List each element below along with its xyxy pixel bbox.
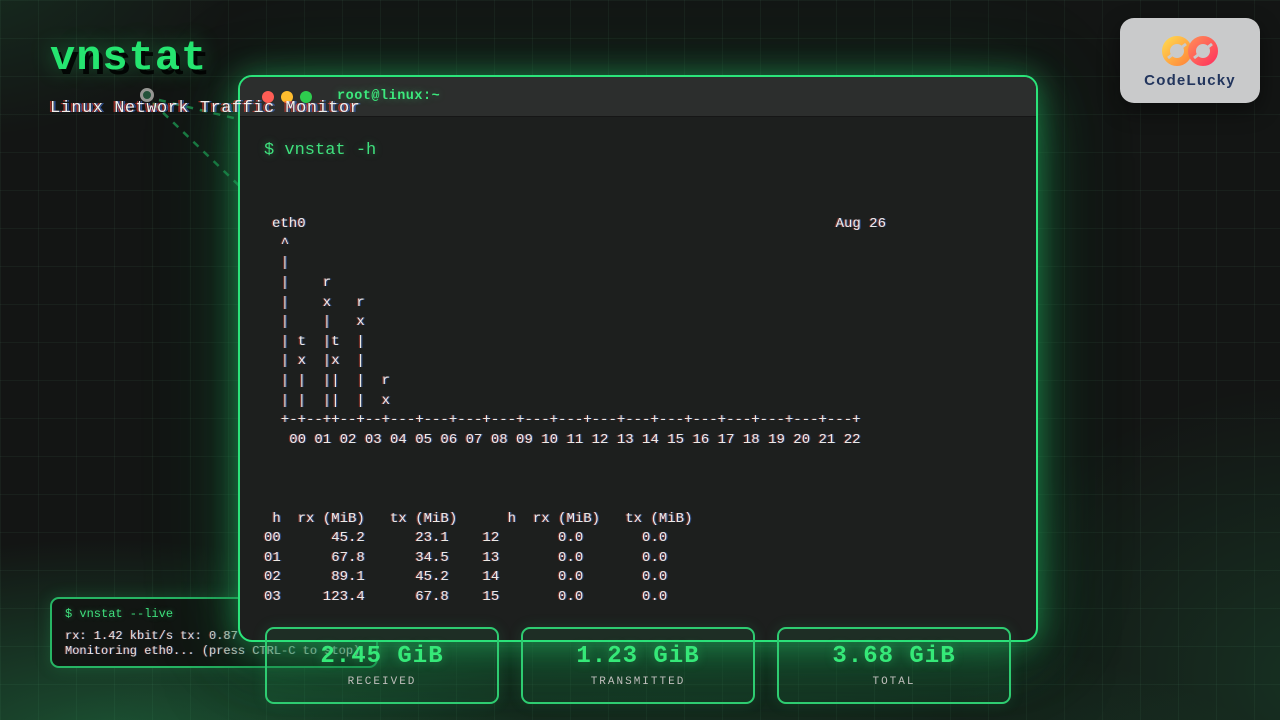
received-value: 2.45 GiB xyxy=(320,643,443,670)
terminal-window: root@linux:~ $ vnstat -h eth0 Aug 26 ^ |… xyxy=(238,75,1038,642)
chart-date: Aug 26 xyxy=(836,215,886,235)
command-line: $ vnstat -h xyxy=(264,141,1012,160)
page-title: vnstat xyxy=(50,34,207,82)
total-card: 3.68 GiB TOTAL xyxy=(777,627,1011,704)
received-label: RECEIVED xyxy=(348,676,417,688)
badge-label: CodeLucky xyxy=(1144,72,1236,89)
infinity-logo-icon xyxy=(1151,33,1229,69)
received-card: 2.45 GiB RECEIVED xyxy=(265,627,499,704)
hourly-table: h rx (MiB) tx (MiB) h rx (MiB) tx (MiB) … xyxy=(264,510,1012,608)
transmitted-value: 1.23 GiB xyxy=(576,643,699,670)
brand-badge: CodeLucky xyxy=(1120,18,1260,103)
hourly-graph-ascii: ^ | | r | x r | | x | t |t | | x |x | | … xyxy=(264,235,1012,451)
transmitted-card: 1.23 GiB TRANSMITTED xyxy=(521,627,755,704)
total-value: 3.68 GiB xyxy=(832,643,955,670)
total-label: TOTAL xyxy=(872,676,915,688)
chart-header: eth0 Aug 26 xyxy=(264,215,886,235)
terminal-body: $ vnstat -h eth0 Aug 26 ^ | | r | x r | … xyxy=(240,117,1036,704)
transmitted-label: TRANSMITTED xyxy=(591,676,686,688)
page-subtitle: Linux Network Traffic Monitor xyxy=(50,99,360,118)
interface-name: eth0 xyxy=(272,215,306,235)
stat-cards-row: 2.45 GiB RECEIVED 1.23 GiB TRANSMITTED 3… xyxy=(265,627,1011,704)
